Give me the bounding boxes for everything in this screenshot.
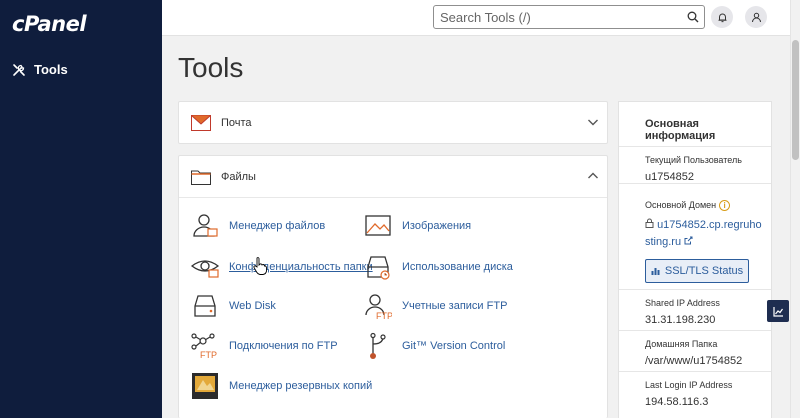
tool-git[interactable]: Git™ Version Control [364, 332, 505, 360]
ftp-tag: FTP [376, 311, 392, 320]
home-directory-section: Домашняя Папка /var/www/u1754852 [619, 330, 771, 371]
current-user-section: Текущий Пользователь u1754852 [619, 146, 771, 183]
lock-icon [645, 218, 654, 229]
chevron-down-icon[interactable] [587, 116, 599, 128]
tool-label: Изображения [402, 220, 472, 232]
directory-privacy-icon [191, 260, 219, 278]
domain-line-2: sting.ru [645, 236, 682, 249]
ftp-connections-icon: FTP [191, 333, 217, 360]
tool-disk-usage[interactable]: Использование диска [364, 253, 513, 281]
tool-ftp-connections[interactable]: FTP Подключения по FTP [191, 332, 338, 360]
info-icon[interactable]: i [719, 200, 731, 212]
tool-directory-privacy[interactable]: Конфиденциальность папки [191, 253, 373, 281]
mail-panel: Почта [178, 101, 608, 144]
disk-usage-icon [367, 256, 390, 280]
current-user-value: u1754852 [645, 171, 694, 183]
search-box[interactable] [433, 5, 705, 29]
hand-cursor-icon [253, 257, 267, 275]
panel-title: Почта [221, 117, 252, 129]
page-scrollbar[interactable] [790, 0, 800, 418]
sidebar: cPanel Tools [0, 0, 162, 418]
sidebar-item-tools[interactable]: Tools [12, 62, 68, 77]
sidebar-item-label: Tools [34, 62, 68, 77]
tool-ftp-accounts[interactable]: FTP Учетные записи FTP [364, 292, 507, 320]
external-link-icon [684, 236, 693, 245]
chart-line-icon [772, 306, 783, 317]
web-disk-icon [194, 295, 216, 317]
search-icon[interactable] [682, 6, 704, 28]
backup-icon [192, 373, 218, 399]
tool-backup[interactable]: Менеджер резервных копий [191, 372, 372, 400]
tool-label: Менеджер файлов [229, 220, 326, 232]
general-info-panel: Основная информация Текущий Пользователь… [618, 101, 772, 418]
current-user-label: Текущий Пользователь [645, 155, 742, 165]
folder-icon [191, 170, 211, 185]
last-login-value: 194.58.116.3 [645, 396, 709, 408]
page-title: Tools [178, 52, 244, 83]
file-manager-icon [193, 214, 218, 237]
ssl-button-label: SSL/TLS Status [664, 265, 744, 278]
ftp-accounts-icon: FTP [365, 294, 392, 320]
home-directory-label: Домашняя Папка [645, 339, 718, 349]
stats-toggle-button[interactable] [767, 300, 789, 322]
bell-icon [718, 13, 726, 22]
files-panel: Файлы Менеджер файлов Конфиденциальность… [178, 155, 608, 418]
notifications-button[interactable] [711, 6, 733, 28]
primary-domain-section: Основной Домен i u1754852.cp.regruho stin… [619, 183, 771, 289]
shared-ip-label: Shared IP Address [645, 298, 720, 308]
mail-icon [191, 115, 211, 131]
chevron-up-icon[interactable] [587, 170, 599, 182]
tools-icon [13, 63, 25, 76]
last-login-section: Last Login IP Address 194.58.116.3 [619, 371, 771, 417]
home-directory-value: /var/www/u1754852 [645, 355, 743, 367]
git-icon [370, 332, 386, 359]
tool-label: Учетные записи FTP [402, 300, 508, 312]
cpanel-logo[interactable]: cPanel [12, 12, 87, 36]
shared-ip-section: Shared IP Address 31.31.198.230 [619, 289, 771, 330]
tool-label: Git™ Version Control [402, 340, 506, 352]
primary-domain-link[interactable]: u1754852.cp.regruho sting.ru [645, 217, 771, 251]
tool-label: Web Disk [229, 300, 276, 312]
tool-web-disk[interactable]: Web Disk [191, 292, 276, 320]
tool-images[interactable]: Изображения [364, 212, 471, 240]
files-panel-header[interactable]: Файлы [179, 156, 607, 198]
last-login-label: Last Login IP Address [645, 380, 733, 390]
top-bar [162, 0, 790, 36]
tool-label: Менеджер резервных копий [229, 380, 373, 392]
panel-title: Файлы [221, 170, 256, 183]
images-icon [365, 215, 391, 236]
primary-domain-label: Основной Домен [645, 200, 717, 210]
tool-label: Конфиденциальность папки [229, 261, 373, 273]
ftp-tag: FTP [200, 350, 217, 360]
shared-ip-value: 31.31.198.230 [645, 314, 716, 326]
bar-chart-icon [651, 268, 660, 276]
tool-label: Подключения по FTP [229, 340, 338, 352]
user-icon [751, 12, 761, 22]
ssl-tls-status-button[interactable]: SSL/TLS Status [645, 259, 749, 284]
user-menu-button[interactable] [745, 6, 767, 28]
tool-label: Использование диска [402, 261, 513, 273]
search-input[interactable] [434, 7, 682, 27]
scrollbar-thumb[interactable] [792, 40, 799, 160]
tool-file-manager[interactable]: Менеджер файлов [191, 212, 325, 240]
primary-domain-label-row: Основной Домен i [645, 200, 771, 212]
domain-line-1: u1754852.cp.regruho [657, 219, 762, 232]
info-title: Основная информация [645, 118, 716, 142]
mail-panel-header[interactable]: Почта [179, 102, 607, 144]
